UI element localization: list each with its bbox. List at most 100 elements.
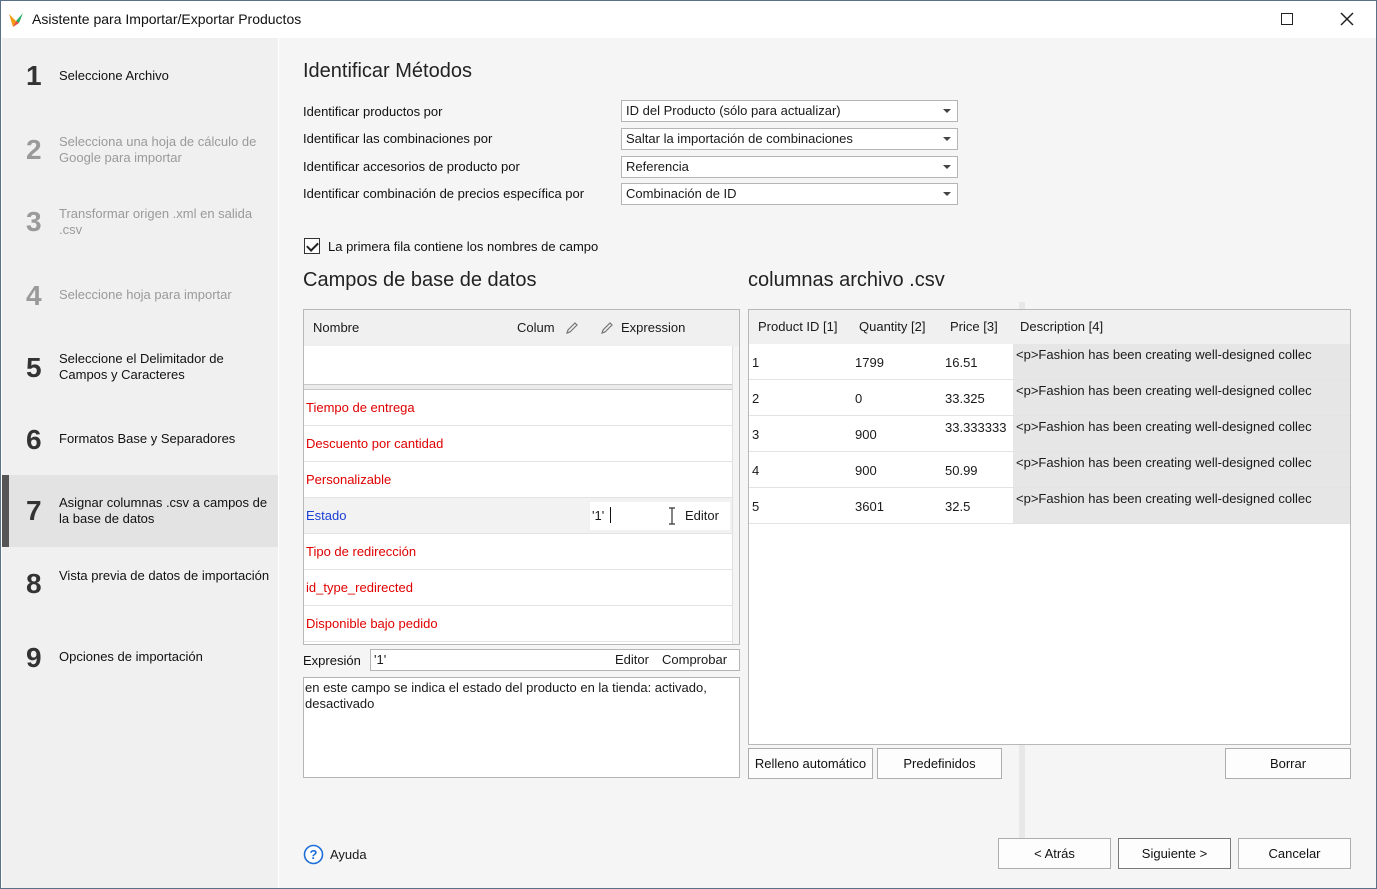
identify-combinations-select[interactable]: Saltar la importación de combinaciones [621, 128, 958, 150]
table-row[interactable]: Descuento por cantidad [304, 426, 732, 462]
expression-input[interactable]: '1' Editor Comprobar [370, 649, 740, 671]
next-button[interactable]: Siguiente > [1118, 838, 1231, 869]
csv-header-product-id[interactable]: Product ID [1] [758, 319, 837, 334]
step-2[interactable]: 2 Selecciona una hoja de cálculo de Goog… [2, 128, 278, 172]
title-bar: Asistente para Importar/Exportar Product… [1, 1, 1376, 37]
csv-cell: <p>Fashion has been creating well-design… [1016, 491, 1312, 506]
table-row[interactable]: Tiempo de entrega [304, 390, 732, 426]
step-label: Vista previa de datos de importación [59, 568, 270, 583]
csv-description-cell: <p>Fashion has been creating well-design… [1013, 380, 1350, 415]
csv-header-price[interactable]: Price [3] [950, 319, 998, 334]
step-8[interactable]: 8 Vista previa de datos de importación [2, 562, 278, 606]
table-row[interactable]: id_type_redirected [304, 570, 732, 606]
step-number: 1 [26, 60, 42, 91]
csv-cell: 0 [855, 391, 863, 406]
step-3[interactable]: 3 Transformar origen .xml en salida .csv [2, 200, 278, 244]
step-number: 2 [26, 134, 42, 165]
field-name: Descuento por cantidad [306, 436, 444, 451]
step-number: 7 [26, 495, 42, 526]
db-grid-scrollbar[interactable] [732, 346, 739, 644]
csv-cell: <p>Fashion has been creating well-design… [1016, 383, 1312, 398]
select-value: Referencia [626, 159, 689, 174]
expression-editor-button[interactable]: Editor [615, 652, 649, 667]
expression-check-button[interactable]: Comprobar [662, 652, 727, 667]
table-row[interactable]: Personalizable [304, 462, 732, 498]
identify-products-select[interactable]: ID del Producto (sólo para actualizar) [621, 100, 958, 122]
column-header-column[interactable]: Colum [517, 320, 555, 335]
step-label: Transformar origen .xml en salida .csv [59, 206, 253, 237]
cancel-button[interactable]: Cancelar [1238, 838, 1351, 869]
identify-specific-price-label: Identificar combinación de precios espec… [303, 186, 585, 201]
identify-methods-heading: Identificar Métodos [303, 60, 472, 82]
step-4[interactable]: 4 Seleccione hoja para importar [2, 276, 278, 316]
db-fields-grid: Nombre Colum Expression Tiempo de entreg… [303, 309, 740, 645]
first-row-header-checkbox[interactable] [304, 238, 320, 254]
csv-cell: 2 [752, 391, 760, 406]
table-row[interactable]: 1 1799 16.51 <p>Fashion has been creatin… [749, 344, 1350, 380]
expression-label: Expresión [303, 653, 361, 668]
table-row[interactable]: 5 3601 32.5 <p>Fashion has been creating… [749, 488, 1350, 524]
step-1[interactable]: 1 Seleccione Archivo [2, 56, 278, 96]
predefined-button[interactable]: Predefinidos [877, 748, 1002, 779]
field-name: id_type_redirected [306, 580, 413, 595]
table-row[interactable]: 4 900 50.99 <p>Fashion has been creating… [749, 452, 1350, 488]
step-label: Seleccione Archivo [59, 68, 169, 83]
table-row[interactable]: 3 900 33.333333 <p>Fashion has been crea… [749, 416, 1350, 452]
close-icon [1340, 12, 1354, 26]
csv-header-description[interactable]: Description [4] [1020, 319, 1103, 334]
step-number: 4 [26, 280, 42, 311]
db-grid-filter-row[interactable] [304, 346, 732, 384]
maximize-button[interactable] [1265, 5, 1309, 33]
clear-button[interactable]: Borrar [1225, 748, 1351, 779]
dropdown-arrow-icon [943, 165, 951, 169]
autofill-button[interactable]: Relleno automático [748, 748, 873, 779]
step-number: 5 [26, 352, 42, 383]
step-label: Opciones de importación [59, 649, 203, 664]
identify-specific-price-select[interactable]: Combinación de ID [621, 183, 958, 205]
identify-combinations-label: Identificar las combinaciones por [303, 131, 493, 146]
csv-cell: 33.333333 [945, 420, 1007, 435]
back-button[interactable]: < Atrás [998, 838, 1111, 869]
csv-cell: <p>Fashion has been creating well-design… [1016, 455, 1312, 470]
csv-cell: 900 [855, 427, 877, 442]
step-label: Selecciona una hoja de cálculo de Google… [59, 134, 257, 165]
table-row[interactable]: 2 0 33.325 <p>Fashion has been creating … [749, 380, 1350, 416]
identify-accessories-label: Identificar accesorios de producto por [303, 159, 520, 174]
cell-editor-button[interactable]: Editor [685, 508, 719, 523]
text-cursor [610, 507, 611, 523]
app-logo-icon [9, 13, 23, 27]
close-button[interactable] [1325, 5, 1369, 33]
db-fields-heading: Campos de base de datos [303, 269, 537, 291]
csv-cell: 5 [752, 499, 760, 514]
step-number: 3 [26, 206, 42, 237]
column-header-name[interactable]: Nombre [313, 320, 359, 335]
table-row[interactable]: Tipo de redirección [304, 534, 732, 570]
help-link[interactable]: ? Ayuda [303, 844, 383, 866]
step-6[interactable]: 6 Formatos Base y Separadores [2, 420, 278, 460]
identify-products-label: Identificar productos por [303, 104, 443, 119]
csv-columns-heading: columnas archivo .csv [748, 269, 945, 291]
db-grid-header: Nombre Colum Expression [304, 310, 739, 346]
field-name: Tiempo de entrega [306, 400, 415, 415]
identify-accessories-select[interactable]: Referencia [621, 156, 958, 178]
csv-cell: 50.99 [945, 463, 978, 478]
csv-cell: <p>Fashion has been creating well-design… [1016, 347, 1312, 362]
expression-cell-editor[interactable]: '1' Editor [590, 502, 730, 530]
field-description-text: en este campo se indica el estado del pr… [305, 680, 707, 711]
csv-header-quantity[interactable]: Quantity [2] [859, 319, 925, 334]
step-number: 9 [26, 642, 42, 673]
step-number: 8 [26, 568, 42, 599]
table-row[interactable]: Disponible bajo pedido [304, 606, 732, 642]
csv-cell: 16.51 [945, 355, 978, 370]
step-7[interactable]: 7 Asignar columnas .csv a campos de la b… [2, 475, 278, 547]
svg-text:?: ? [310, 847, 318, 862]
step-label: Asignar columnas .csv a campos de la bas… [59, 495, 268, 526]
column-header-expression[interactable]: Expression [621, 320, 685, 335]
step-5[interactable]: 5 Seleccione el Delimitador de Campos y … [2, 346, 278, 390]
dropdown-arrow-icon [943, 109, 951, 113]
field-name: Estado [306, 508, 347, 523]
csv-grid-header: Product ID [1] Quantity [2] Price [3] De… [749, 310, 1350, 344]
table-row-selected[interactable]: Estado '1' Editor [304, 498, 732, 534]
select-value: ID del Producto (sólo para actualizar) [626, 103, 841, 118]
step-9[interactable]: 9 Opciones de importación [2, 638, 278, 678]
